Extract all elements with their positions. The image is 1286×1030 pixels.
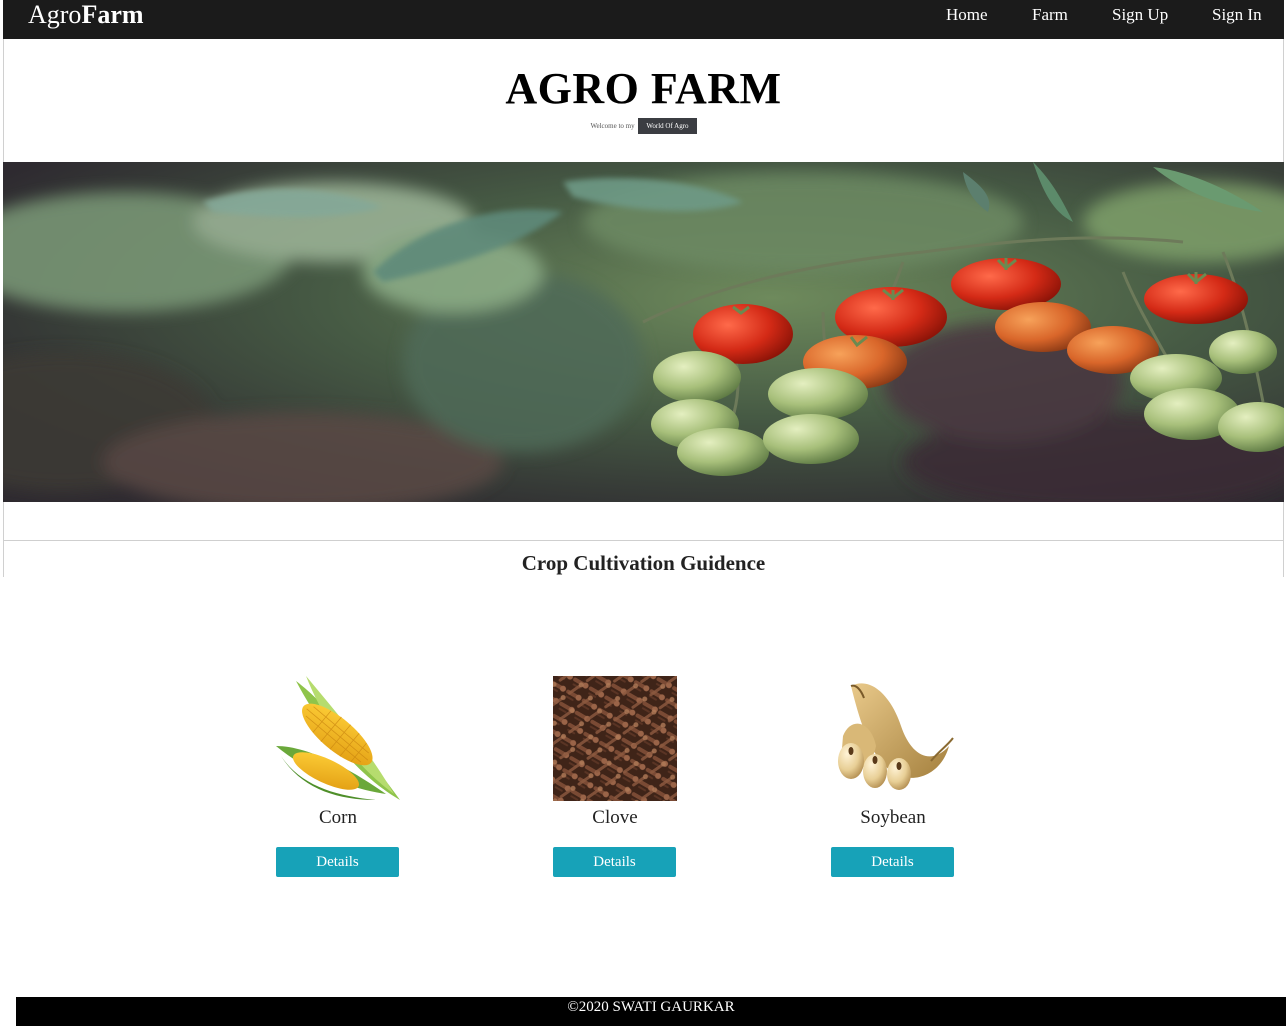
footer: ©2020 SWATI GAURKAR — [16, 997, 1286, 1026]
top-navbar: AgroFarm Home Farm Sign Up Sign In — [3, 0, 1284, 39]
corn-image — [276, 676, 400, 800]
section-divider — [3, 540, 1284, 541]
tagline: Welcome to my World Of Agro — [3, 118, 1284, 135]
nav-link-sign-in[interactable]: Sign In — [1212, 4, 1262, 26]
crop-card-clove: Clove Details — [553, 676, 677, 878]
clove-image — [553, 676, 677, 801]
crop-card-soybean: Soybean Details — [831, 676, 955, 878]
nav-link-farm[interactable]: Farm — [1032, 4, 1068, 26]
crop-name: Corn — [319, 807, 357, 828]
tomato-vine-illustration — [3, 162, 1284, 502]
nav-link-sign-up[interactable]: Sign Up — [1112, 4, 1168, 26]
soybean-details-button[interactable]: Details — [831, 847, 954, 877]
section-title: Crop Cultivation Guidence — [521, 551, 766, 575]
brand-bold-text: Farm — [81, 0, 144, 29]
hero-banner-image — [3, 162, 1284, 502]
tagline-badge: World Of Agro — [638, 118, 697, 135]
corn-details-button[interactable]: Details — [276, 847, 399, 877]
tagline-prefix: Welcome to my — [590, 122, 635, 130]
page-title: AGRO FARM — [505, 64, 782, 113]
crop-card-corn: Corn Details — [276, 676, 400, 878]
crop-name: Clove — [592, 807, 638, 828]
nav-link-home[interactable]: Home — [946, 4, 988, 26]
brand-logo[interactable]: AgroFarm — [28, 0, 144, 30]
soybean-image — [838, 683, 954, 790]
clove-details-button[interactable]: Details — [553, 847, 676, 877]
footer-copyright: ©2020 SWATI GAURKAR — [567, 999, 735, 1015]
crop-name: Soybean — [860, 807, 926, 828]
brand-light-text: Agro — [28, 0, 82, 29]
